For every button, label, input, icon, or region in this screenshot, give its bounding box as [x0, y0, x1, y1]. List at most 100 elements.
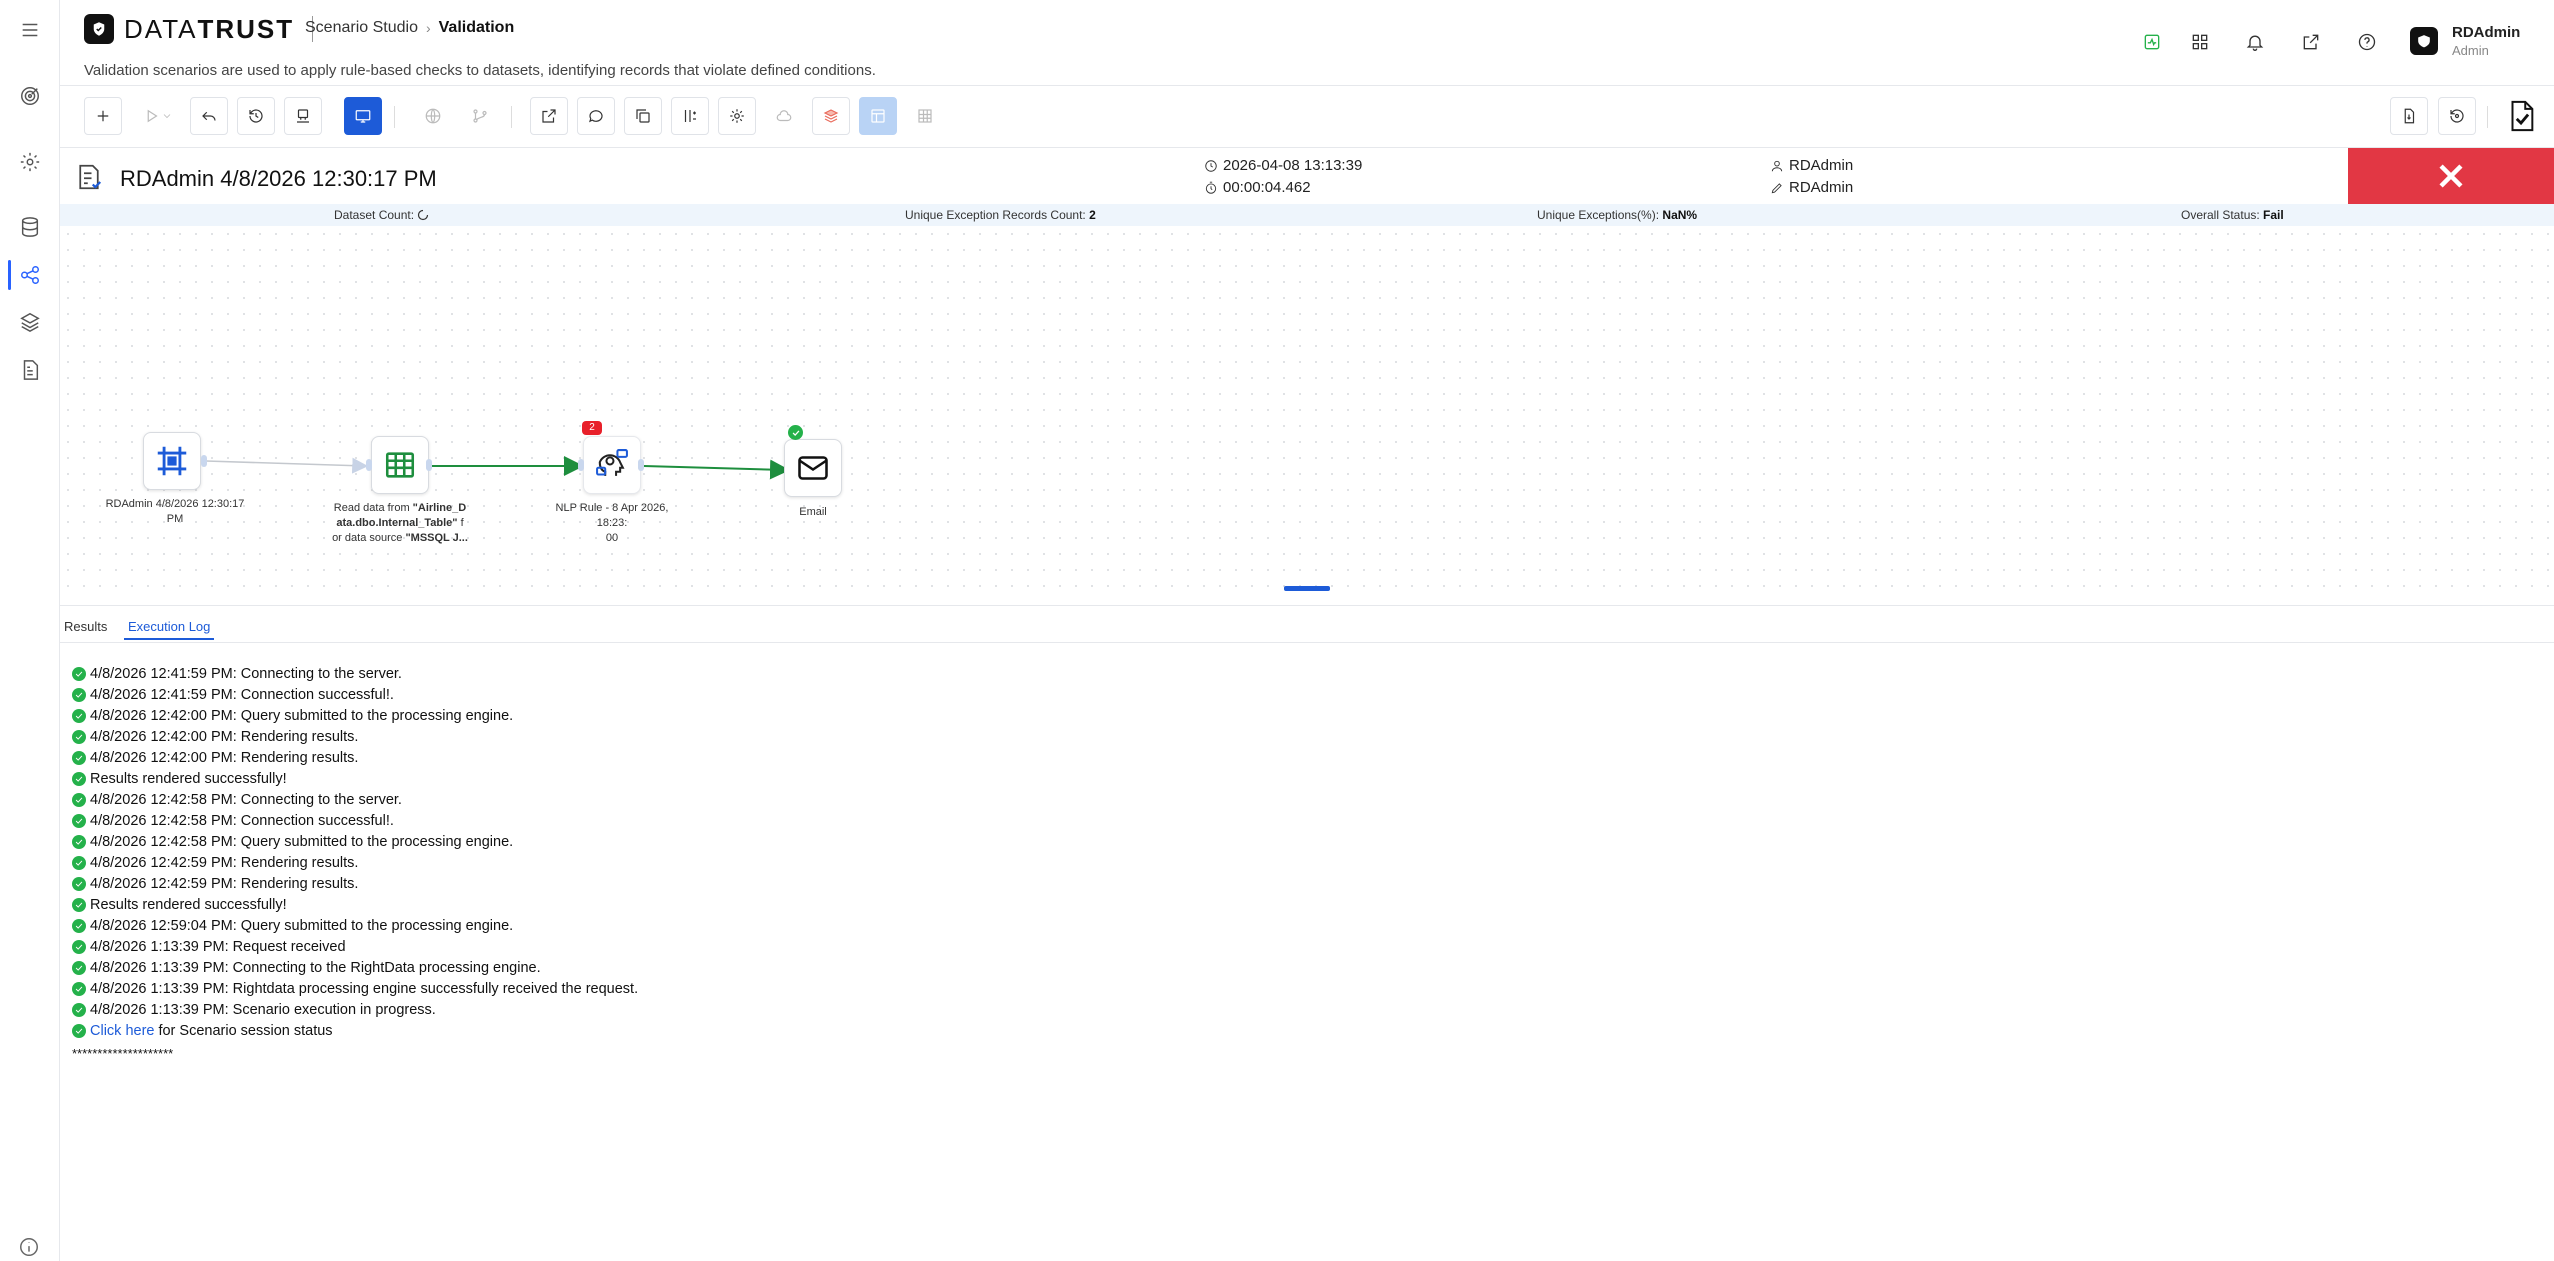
branch-button[interactable] — [461, 97, 499, 135]
run-document-icon — [74, 162, 104, 197]
log-line: 4/8/2026 12:42:59 PM: Rendering results. — [72, 873, 638, 894]
database-icon[interactable] — [14, 211, 46, 243]
bell-icon[interactable] — [2241, 28, 2269, 56]
check-circle-icon — [72, 729, 86, 744]
restore-button[interactable] — [2438, 97, 2476, 135]
log-line: 4/8/2026 12:42:59 PM: Rendering results. — [72, 852, 638, 873]
help-icon[interactable] — [2353, 28, 2381, 56]
toolbar-divider — [511, 106, 512, 128]
rail-active-indicator — [8, 260, 11, 290]
log-line-text: 4/8/2026 12:59:04 PM: Query submitted to… — [90, 917, 514, 934]
apps-grid-icon[interactable] — [2186, 28, 2214, 56]
log-line: 4/8/2026 1:13:39 PM: Connecting to the R… — [72, 957, 638, 978]
log-line: 4/8/2026 1:13:39 PM: Request received — [72, 936, 638, 957]
undo-button[interactable] — [190, 97, 228, 135]
clock-icon — [1205, 159, 1217, 172]
nlp-rule-node[interactable] — [583, 436, 641, 494]
session-status-link[interactable]: Click here — [90, 1023, 154, 1039]
log-separator: ******************** — [72, 1046, 174, 1061]
status-fail-badge — [2348, 148, 2554, 204]
document-sync-button[interactable] — [2390, 97, 2428, 135]
connector-nlp-to-email — [643, 459, 790, 480]
read-output-port[interactable] — [426, 459, 432, 471]
check-circle-icon — [72, 666, 86, 681]
mail-icon — [798, 456, 828, 480]
compare-button[interactable] — [671, 97, 709, 135]
validate-document-button[interactable] — [2500, 95, 2542, 137]
connector-scenario-to-read — [205, 457, 369, 474]
read-data-node[interactable] — [371, 436, 429, 494]
check-circle-icon — [72, 876, 86, 891]
export-button[interactable] — [530, 97, 568, 135]
cloud-button[interactable] — [765, 97, 803, 135]
comment-button[interactable] — [577, 97, 615, 135]
layout-panel-button[interactable] — [859, 97, 897, 135]
tab-results[interactable]: Results — [60, 614, 111, 640]
log-line: Results rendered successfully! — [72, 894, 638, 915]
nlp-output-port[interactable] — [638, 459, 644, 471]
scenario-node[interactable] — [143, 432, 201, 490]
layers-icon[interactable] — [14, 306, 46, 338]
log-line-text: Results rendered successfully! — [90, 896, 287, 913]
user-name: RDAdmin — [2452, 24, 2521, 41]
target-icon[interactable] — [14, 80, 46, 112]
add-button[interactable] — [84, 97, 122, 135]
shield-logo-icon — [84, 14, 114, 44]
menu-icon[interactable] — [14, 14, 46, 46]
log-line-text: 4/8/2026 12:42:58 PM: Connection success… — [90, 812, 394, 829]
table-view-button[interactable] — [906, 97, 944, 135]
log-line-text: 4/8/2026 12:42:58 PM: Query submitted to… — [90, 833, 514, 850]
external-link-icon[interactable] — [2297, 28, 2325, 56]
log-line: 4/8/2026 12:42:58 PM: Connecting to the … — [72, 789, 638, 810]
log-line-text: 4/8/2026 1:13:39 PM: Request received — [90, 938, 346, 955]
brand-name: DATATRUST — [124, 13, 295, 44]
user-icon — [1771, 160, 1783, 171]
unique-exception-percent: Unique Exceptions(%): NaN% — [1537, 208, 1698, 222]
log-line-text: 4/8/2026 12:42:58 PM: Connecting to the … — [90, 791, 402, 808]
log-line-text: 4/8/2026 12:41:59 PM: Connecting to the … — [90, 665, 402, 682]
nlp-input-port[interactable] — [578, 459, 584, 471]
flow-canvas[interactable]: RDAdmin 4/8/2026 12:30:17 PM Read data fr… — [60, 226, 2554, 591]
unique-exception-count: Unique Exception Records Count: 2 — [905, 208, 1096, 222]
run-button[interactable] — [132, 97, 184, 135]
read-data-node-label: Read data from "Airline_D ata.dbo.Intern… — [332, 502, 468, 544]
frame-icon — [157, 446, 187, 476]
log-line: 4/8/2026 12:42:58 PM: Query submitted to… — [72, 831, 638, 852]
user-menu[interactable]: RDAdmin Admin — [2410, 24, 2520, 58]
run-edited-by-value: RDAdmin — [1789, 179, 1854, 196]
read-input-port[interactable] — [366, 459, 372, 471]
check-circle-icon — [72, 918, 86, 933]
log-line: 4/8/2026 12:42:00 PM: Rendering results. — [72, 726, 638, 747]
email-node[interactable] — [784, 439, 842, 497]
activity-icon[interactable] — [2138, 28, 2166, 56]
log-line: 4/8/2026 12:42:58 PM: Connection success… — [72, 810, 638, 831]
panel-resize-handle[interactable] — [1284, 586, 1330, 591]
chevron-right-icon: › — [425, 20, 431, 36]
monitor-view-button[interactable] — [344, 97, 382, 135]
breadcrumb-scenario-studio[interactable]: Scenario Studio — [305, 19, 418, 37]
datatrust-logo[interactable]: DATATRUST — [84, 13, 314, 44]
run-duration-value: 00:00:04.462 — [1223, 179, 1311, 196]
copy-button[interactable] — [624, 97, 662, 135]
pencil-icon — [1771, 182, 1782, 193]
run-created-by: RDAdmin — [1770, 157, 1853, 174]
stack-button[interactable] — [812, 97, 850, 135]
check-circle-icon — [72, 834, 86, 849]
bottom-tabs: Results Execution Log — [60, 605, 2554, 643]
tab-execution-log[interactable]: Execution Log — [124, 614, 215, 640]
report-icon[interactable] — [14, 354, 46, 386]
history-button[interactable] — [237, 97, 275, 135]
scenario-flow-icon[interactable] — [14, 259, 46, 291]
scenario-output-port[interactable] — [201, 455, 207, 467]
scheduler-button[interactable] — [284, 97, 322, 135]
log-line: 4/8/2026 12:59:04 PM: Query submitted to… — [72, 915, 638, 936]
globe-button[interactable] — [414, 97, 452, 135]
info-icon[interactable] — [18, 1236, 38, 1256]
dataset-count: Dataset Count: — [334, 208, 429, 222]
breadcrumb-validation: Validation — [438, 19, 515, 36]
settings-gear-icon[interactable] — [14, 146, 46, 178]
configure-button[interactable] — [718, 97, 756, 135]
nlp-rule-node-label: NLP Rule - 8 Apr 2026, 18:23: 00 — [555, 502, 669, 544]
log-line-text: 4/8/2026 12:42:59 PM: Rendering results. — [90, 854, 359, 871]
run-datetime: 2026-04-08 13:13:39 — [1204, 157, 1362, 174]
